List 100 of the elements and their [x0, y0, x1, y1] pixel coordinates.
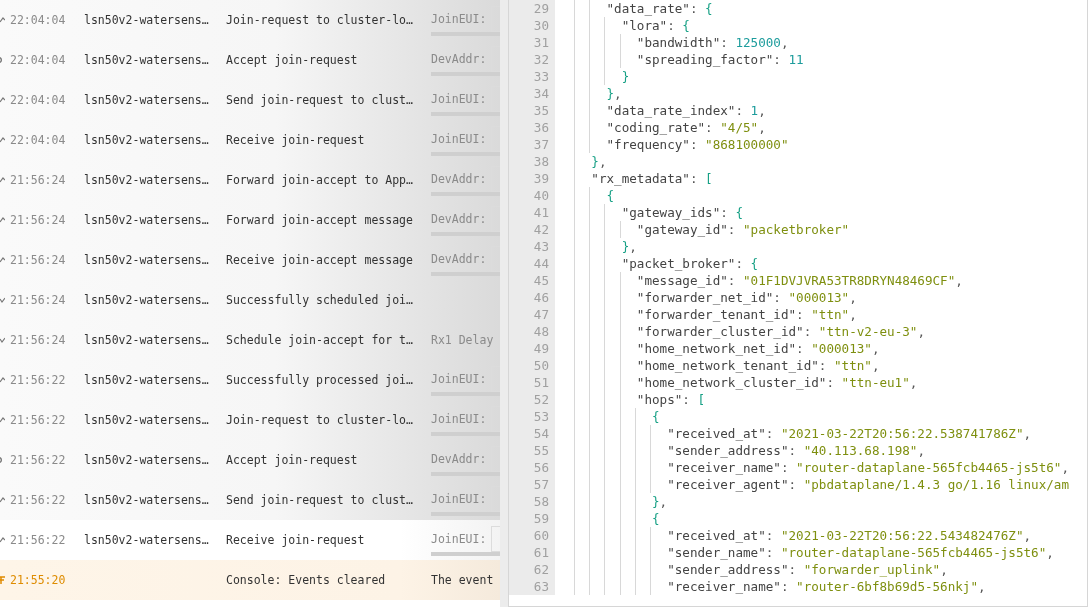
- code-punctuation: :: [796, 307, 805, 322]
- event-time: 21:56:22: [9, 453, 67, 467]
- line-number: 63: [509, 578, 555, 595]
- device-id: lsn50v2-watersens…: [84, 453, 209, 467]
- event-row[interactable]: 22:04:04 lsn50v2-watersens… Join-request to cluster-lo… JoinEUI:: [0, 0, 500, 40]
- code-punctuation: :: [780, 460, 790, 475]
- code-punctuation: ,: [1046, 545, 1054, 560]
- console-event-row[interactable]: 21:55:20 Console: Events cleared The event: [0, 560, 500, 600]
- event-row[interactable]: 21:56:24 lsn50v2-watersens… Forward join-accept message DevAddr:: [0, 200, 500, 240]
- line-number: 30: [509, 17, 555, 34]
- event-time: 21:56:24: [9, 253, 67, 267]
- device-id: lsn50v2-watersens…: [84, 493, 209, 507]
- code-string: "router-dataplane-565fcb4465-js5t6": [780, 545, 1047, 560]
- device-id: lsn50v2-watersens…: [84, 133, 209, 147]
- event-message: Receive join-request: [226, 533, 366, 547]
- code-punctuation: ,: [917, 443, 925, 458]
- event-message: Receive join-request: [226, 133, 366, 147]
- event-row[interactable]: 21:56:24 lsn50v2-watersens… Schedule join-accept for t… Rx1 Delay: [0, 320, 500, 360]
- event-time: 22:04:04: [9, 93, 67, 107]
- code-bracket: {: [651, 511, 660, 526]
- event-message: Join-request to cluster-lo…: [226, 413, 414, 427]
- event-row[interactable]: 22:04:04 lsn50v2-watersens… Receive join-request JoinEUI:: [0, 120, 500, 160]
- event-row[interactable]: 21:56:22 lsn50v2-watersens… Send join-request to clust… JoinEUI:: [0, 480, 500, 520]
- event-row[interactable]: 21:56:22 lsn50v2-watersens… Successfully processed joi… JoinEUI:: [0, 360, 500, 400]
- line-number: 45: [509, 272, 555, 289]
- code-key: "data_rate": [561, 1, 690, 16]
- code-string: "ttn-v2-eu-3": [818, 324, 918, 339]
- event-time: 22:04:04: [9, 133, 67, 147]
- line-number: 62: [509, 561, 555, 578]
- event-message: Forward join-accept to App…: [226, 173, 414, 187]
- event-row[interactable]: 21:56:24 lsn50v2-watersens… Forward join-accept to App… DevAddr:: [0, 160, 500, 200]
- event-row[interactable]: 21:56:24 lsn50v2-watersens… Successfully scheduled joi…: [0, 280, 500, 320]
- code-bracket: }: [605, 86, 615, 101]
- code-bracket: {: [705, 1, 713, 16]
- line-number: 51: [509, 374, 555, 391]
- code-punctuation: ,: [849, 290, 857, 305]
- event-row[interactable]: 21:56:22 lsn50v2-watersens… Accept join-request DevAddr:: [0, 440, 500, 480]
- event-message: Send join-request to clust…: [226, 93, 414, 107]
- code-punctuation: ,: [1023, 528, 1032, 543]
- line-number: 39: [509, 170, 555, 187]
- code-key: "received_at": [561, 528, 766, 543]
- line-number: 44: [509, 255, 555, 272]
- code-punctuation: :: [788, 562, 798, 577]
- device-id: lsn50v2-watersens…: [84, 333, 209, 347]
- device-id: lsn50v2-watersens…: [84, 213, 209, 227]
- line-number: 55: [509, 442, 555, 459]
- event-time: 21:56:22: [9, 373, 67, 387]
- device-id: lsn50v2-watersens…: [84, 53, 209, 67]
- code-punctuation: :: [765, 528, 775, 543]
- code-bracket: {: [651, 409, 660, 424]
- code-string: "router-6bf8b69d5-56nkj": [796, 579, 979, 594]
- code-punctuation: ,: [871, 358, 880, 373]
- code-punctuation: ,: [1023, 426, 1032, 441]
- event-time: 21:55:20: [9, 573, 67, 587]
- event-row[interactable]: 22:04:04 lsn50v2-watersens… Accept join-request DevAddr:: [0, 40, 500, 80]
- code-string: "40.113.68.198": [803, 443, 918, 458]
- data-preview: The event: [431, 573, 494, 587]
- code-bracket: }: [620, 239, 630, 254]
- event-message: Successfully processed joi…: [226, 373, 414, 387]
- code-punctuation: :: [773, 290, 782, 305]
- event-row[interactable]: 22:04:04 lsn50v2-watersens… Send join-request to clust… JoinEUI:: [0, 80, 500, 120]
- event-time: 21:56:22: [9, 493, 67, 507]
- event-time: 21:56:24: [9, 173, 67, 187]
- event-message: Schedule join-accept for t…: [226, 333, 414, 347]
- event-row[interactable]: 21:56:24 lsn50v2-watersens… Receive join-accept message DevAddr:: [0, 240, 500, 280]
- event-row[interactable]: 21:56:22 lsn50v2-watersens… Receive join-request JoinEUI:: [0, 520, 500, 560]
- uplink-icon: [0, 416, 5, 424]
- code-key: "receiver_name": [561, 579, 781, 594]
- line-number: 29: [509, 0, 555, 17]
- code-punctuation: :: [826, 375, 835, 390]
- code-punctuation: ,: [940, 562, 948, 577]
- code-punctuation: :: [773, 52, 782, 67]
- code-key: "gateway_ids": [561, 205, 721, 220]
- code-key: "forwarder_cluster_id": [561, 324, 804, 339]
- event-row[interactable]: 21:56:22 lsn50v2-watersens… Join-request to cluster-lo… JoinEUI:: [0, 400, 500, 440]
- event-time: 22:04:04: [9, 13, 67, 27]
- code-punctuation: :: [727, 222, 737, 237]
- line-number: 31: [509, 34, 555, 51]
- downlink-icon: [0, 336, 5, 344]
- device-id: lsn50v2-watersens…: [84, 293, 209, 307]
- code-bracket: {: [750, 256, 759, 271]
- code-string: "868100000": [705, 137, 789, 152]
- uplink-icon: [0, 96, 5, 104]
- line-number: 54: [509, 425, 555, 442]
- code-string: "000013": [788, 290, 850, 305]
- event-time: 21:56:24: [9, 333, 67, 347]
- code-string: "000013": [811, 341, 872, 356]
- code-punctuation: ,: [917, 324, 925, 339]
- event-time: 21:56:22: [9, 533, 67, 547]
- code-key: "gateway_id": [561, 222, 728, 237]
- code-string: "router-dataplane-565fcb4465-js5t6": [796, 460, 1062, 475]
- data-preview: Rx1 Delay: [431, 333, 494, 347]
- device-id: lsn50v2-watersens…: [84, 373, 209, 387]
- line-number: 38: [509, 153, 555, 170]
- downlink-icon: [0, 296, 5, 304]
- device-id: lsn50v2-watersens…: [84, 93, 209, 107]
- uplink-icon: [0, 176, 5, 184]
- code-string: "01F1DVJVRA53TR8DRYN48469CF": [743, 273, 956, 288]
- code-key: "packet_broker": [561, 256, 736, 271]
- code-punctuation: ,: [614, 86, 622, 101]
